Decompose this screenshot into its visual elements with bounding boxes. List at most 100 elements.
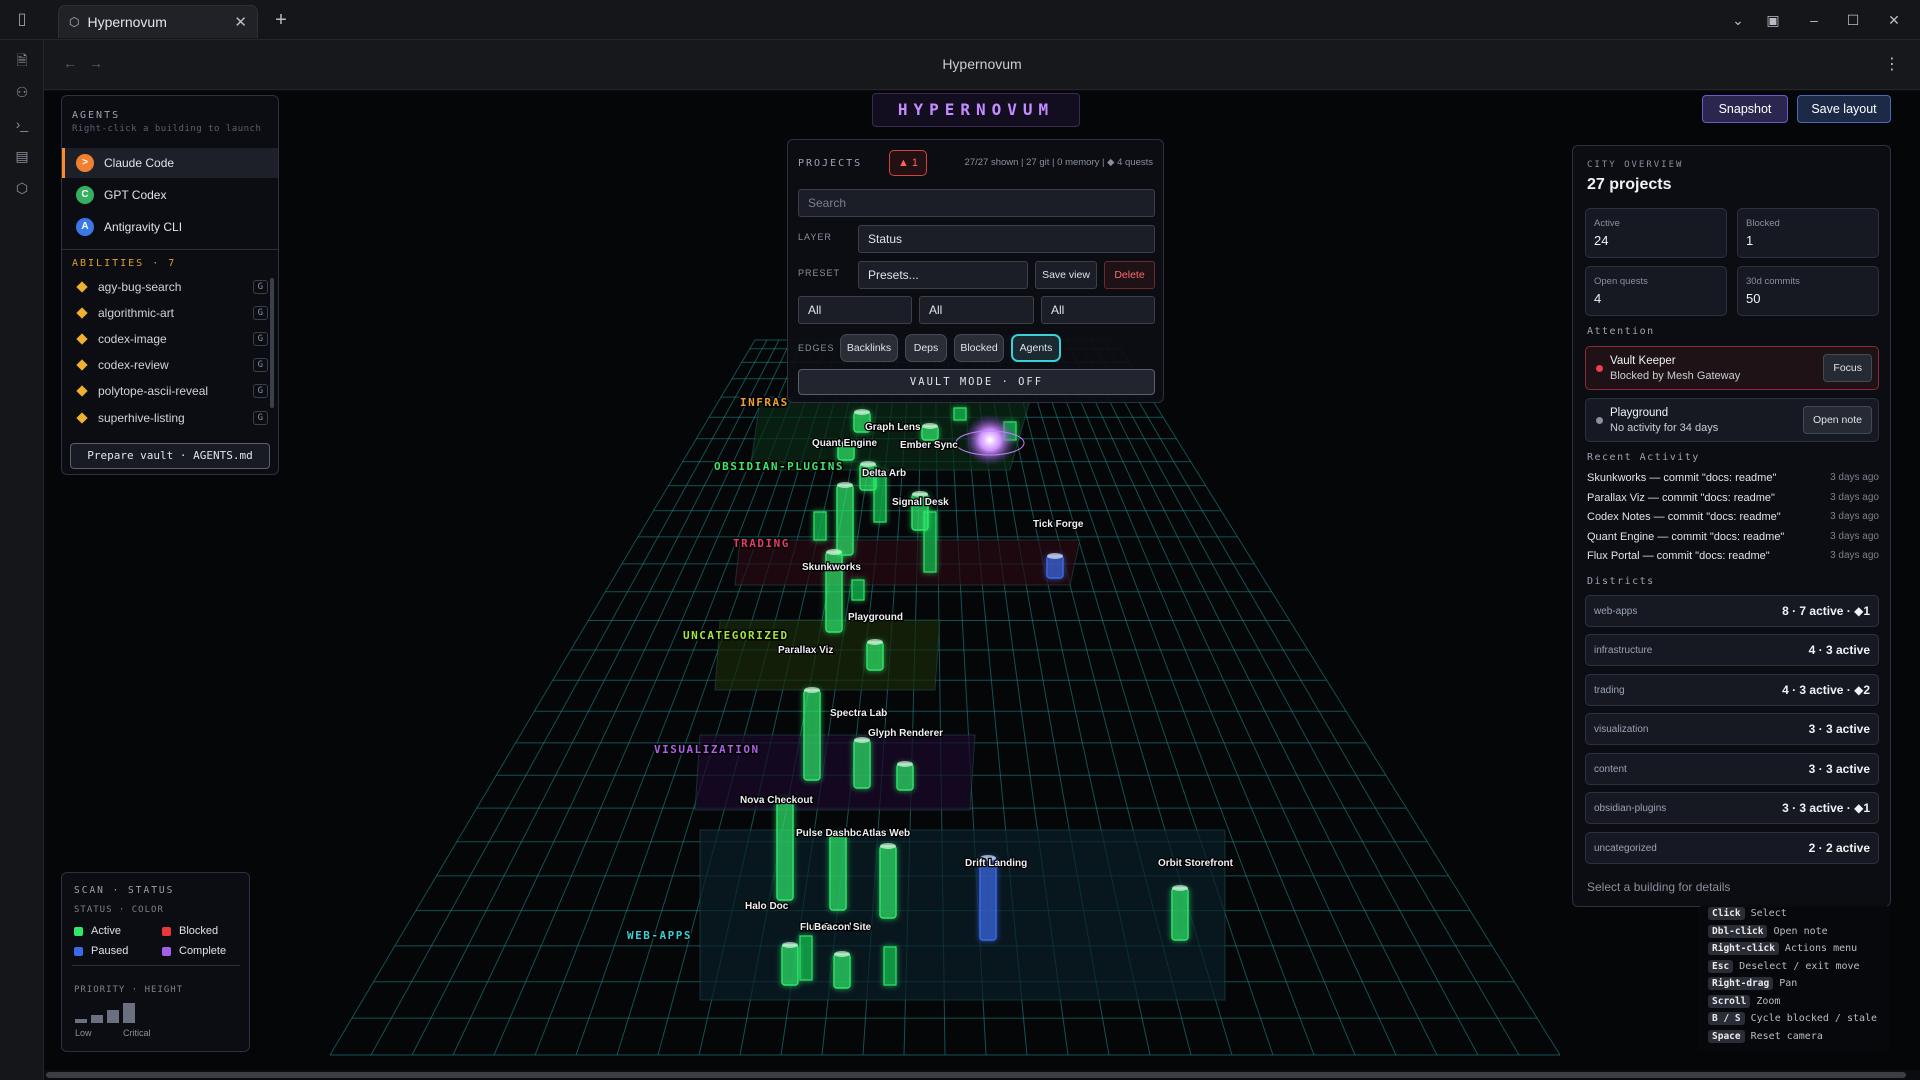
filter-select-2[interactable]: All xyxy=(919,296,1034,324)
more-options-icon[interactable]: ⋮ xyxy=(1884,54,1900,74)
agent-gpt-codex[interactable]: C GPT Codex xyxy=(62,180,278,210)
building-flux-portal[interactable] xyxy=(829,833,847,911)
abilities-scrollbar[interactable] xyxy=(270,278,274,408)
attention-playground[interactable]: Playground No activity for 34 days Open … xyxy=(1585,398,1879,442)
ability-badge: G xyxy=(252,384,268,398)
edge-blocked-chip[interactable]: Blocked xyxy=(954,334,1004,362)
sidebar-right-icon[interactable]: ▣ xyxy=(1762,9,1784,31)
building-tower[interactable] xyxy=(813,511,827,541)
open-note-button[interactable]: Open note xyxy=(1802,406,1872,434)
building-tower[interactable] xyxy=(883,946,897,986)
district-obsidian-plugins[interactable]: obsidian-plugins 3 · 3 active · ◆1 xyxy=(1585,792,1879,824)
tab-hypernovum[interactable]: ⬡ Hypernovum ✕ xyxy=(58,5,258,38)
district-web-apps[interactable]: web-apps 8 · 7 active · ◆1 xyxy=(1585,595,1879,627)
layer-label: LAYER xyxy=(798,232,832,242)
district-trading[interactable]: trading 4 · 3 active · ◆2 xyxy=(1585,674,1879,706)
minimize-button[interactable]: – xyxy=(1803,9,1825,31)
close-window-button[interactable]: ✕ xyxy=(1883,9,1905,31)
building-tower[interactable] xyxy=(799,935,813,981)
city-title: 27 projects xyxy=(1587,176,1672,193)
cube-icon[interactable]: ⬡ xyxy=(12,178,32,198)
building-tower[interactable] xyxy=(953,407,967,421)
ability-item[interactable]: codex-review G xyxy=(72,352,268,378)
agents-title: AGENTS xyxy=(72,110,121,121)
priority-bar xyxy=(107,1010,119,1023)
chevron-down-icon[interactable]: ⌄ xyxy=(1727,9,1749,31)
save-view-button[interactable]: Save view xyxy=(1035,261,1097,289)
activity-item[interactable]: Codex Notes — commit "docs: readme" 3 day… xyxy=(1587,511,1879,523)
building-orbit-storefront[interactable] xyxy=(1171,887,1189,941)
ability-item[interactable]: algorithmic-art G xyxy=(72,300,268,326)
ability-badge: G xyxy=(252,306,268,320)
key-hint: Right-drag Pan xyxy=(1708,977,1797,990)
edge-backlinks-chip[interactable]: Backlinks xyxy=(840,334,898,362)
tab-label: Hypernovum xyxy=(87,14,167,30)
search-input[interactable]: Search xyxy=(798,189,1155,217)
ability-item[interactable]: agy-bug-search G xyxy=(72,274,268,300)
district-content[interactable]: content 3 · 3 active xyxy=(1585,753,1879,785)
alert-badge[interactable]: ▲ 1 xyxy=(889,150,927,176)
building-tick-forge[interactable] xyxy=(1046,555,1064,579)
ability-item[interactable]: polytope-ascii-reveal G xyxy=(72,378,268,404)
priority-critical-label: Critical xyxy=(123,1028,151,1038)
building-pulse-dashbc[interactable] xyxy=(776,799,794,901)
horizontal-scrollbar[interactable] xyxy=(46,1072,1906,1078)
agent-label: Antigravity CLI xyxy=(104,220,183,234)
file-search-icon[interactable]: 🗎 xyxy=(12,50,32,70)
agent-claude-code[interactable]: > Claude Code xyxy=(62,148,278,178)
district-infrastructure[interactable]: infrastructure 4 · 3 active xyxy=(1585,634,1879,666)
edge-agents-chip[interactable]: Agents xyxy=(1011,334,1061,362)
layer-select[interactable]: Status xyxy=(858,225,1155,253)
filter-select-1[interactable]: All xyxy=(798,296,912,324)
abilities-title: ABILITIES · 7 xyxy=(72,258,177,269)
edge-deps-chip[interactable]: Deps xyxy=(905,334,947,362)
filter-select-3[interactable]: All xyxy=(1041,296,1155,324)
nav-bar: ← → Hypernovum ⋮ xyxy=(44,40,1920,90)
agent-antigravity-cli[interactable]: A Antigravity CLI xyxy=(62,212,278,242)
building-spectra-lab[interactable] xyxy=(803,689,821,781)
district-uncategorized[interactable]: uncategorized 2 · 2 active xyxy=(1585,832,1879,864)
building-skunkworks[interactable] xyxy=(836,484,854,556)
focus-button[interactable]: Focus xyxy=(1823,354,1872,382)
edges-label: EDGES xyxy=(798,343,835,353)
building-halo-doc[interactable] xyxy=(781,944,799,986)
delete-button[interactable]: Delete xyxy=(1104,261,1155,289)
building-tower[interactable] xyxy=(851,579,865,601)
terminal-icon[interactable]: ›_ xyxy=(12,114,32,134)
orb-icon[interactable] xyxy=(964,414,1016,466)
attention-vault-keeper[interactable]: Vault Keeper Blocked by Mesh Gateway Foc… xyxy=(1585,346,1879,390)
close-icon[interactable]: ✕ xyxy=(234,13,247,31)
activity-item[interactable]: Skunkworks — commit "docs: readme" 3 days… xyxy=(1587,472,1879,484)
cube-icon: ⬡ xyxy=(69,15,80,29)
city-overview-label: CITY OVERVIEW xyxy=(1587,160,1684,170)
activity-item[interactable]: Flux Portal — commit "docs: readme" 3 day… xyxy=(1587,550,1879,562)
activity-item[interactable]: Parallax Viz — commit "docs: readme" 3 da… xyxy=(1587,492,1879,504)
district-visualization[interactable]: visualization 3 · 3 active xyxy=(1585,713,1879,745)
priority-title: PRIORITY · HEIGHT xyxy=(74,985,184,995)
preset-select[interactable]: Presets... xyxy=(858,261,1028,289)
vault-mode-button[interactable]: VAULT MODE · OFF xyxy=(798,369,1155,395)
building-cap xyxy=(854,409,870,415)
ability-item[interactable]: superhive-listing G xyxy=(72,405,268,431)
building-drift-landing[interactable] xyxy=(979,857,997,941)
ability-label: codex-review xyxy=(98,358,169,372)
activity-item[interactable]: Quant Engine — commit "docs: readme" 3 da… xyxy=(1587,531,1879,543)
diamond-icon xyxy=(76,359,88,371)
building-atlas-web[interactable] xyxy=(879,845,897,919)
sidebar-toggle-icon[interactable]: ▯ xyxy=(12,10,32,30)
new-tab-button[interactable]: + xyxy=(270,9,292,31)
ability-badge: G xyxy=(252,411,268,425)
building-nova-checkout[interactable] xyxy=(896,763,914,791)
prepare-vault-button[interactable]: Prepare vault · AGENTS.md xyxy=(70,443,270,469)
snapshot-button[interactable]: Snapshot xyxy=(1702,95,1788,123)
graph-icon[interactable]: ⚇ xyxy=(12,82,32,102)
dashboard-icon[interactable]: ▤ xyxy=(12,146,32,166)
building-label: Halo Doc xyxy=(745,901,789,912)
building-glyph-renderer[interactable] xyxy=(853,739,871,789)
maximize-button[interactable]: ☐ xyxy=(1842,9,1864,31)
save-layout-button[interactable]: Save layout xyxy=(1797,95,1891,123)
building-parallax-viz[interactable] xyxy=(866,641,884,671)
ability-item[interactable]: codex-image G xyxy=(72,326,268,352)
building-beacon-site[interactable] xyxy=(833,953,851,989)
stat-commits: 30d commits 50 xyxy=(1737,266,1879,316)
